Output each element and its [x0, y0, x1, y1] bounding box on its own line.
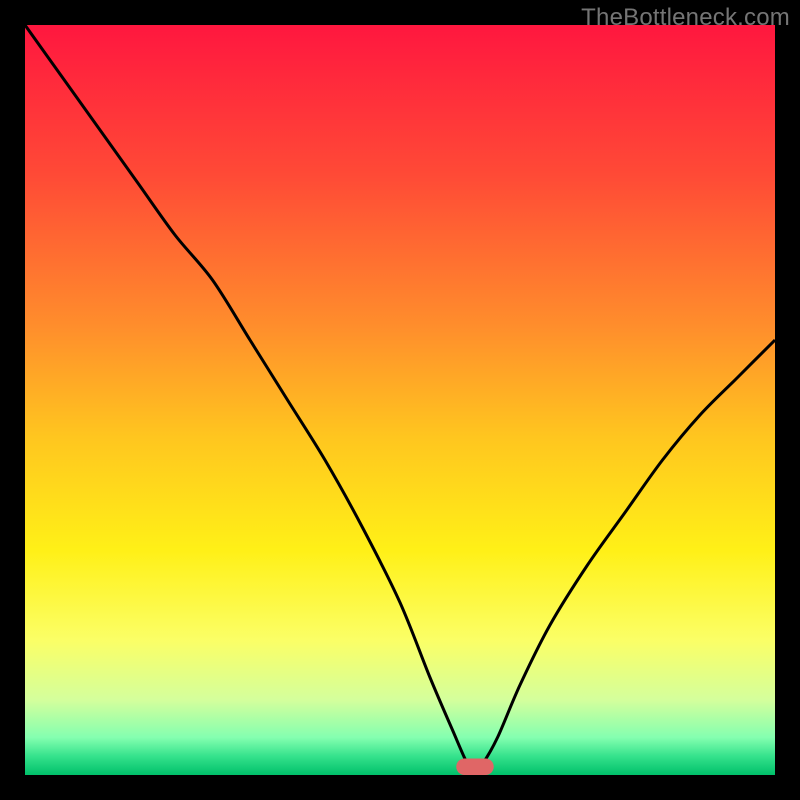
plot-area — [25, 25, 775, 775]
chart-frame: TheBottleneck.com — [0, 0, 800, 800]
gradient-background — [25, 25, 775, 775]
optimal-marker — [456, 759, 494, 776]
chart-svg — [25, 25, 775, 775]
watermark-text: TheBottleneck.com — [581, 4, 790, 32]
